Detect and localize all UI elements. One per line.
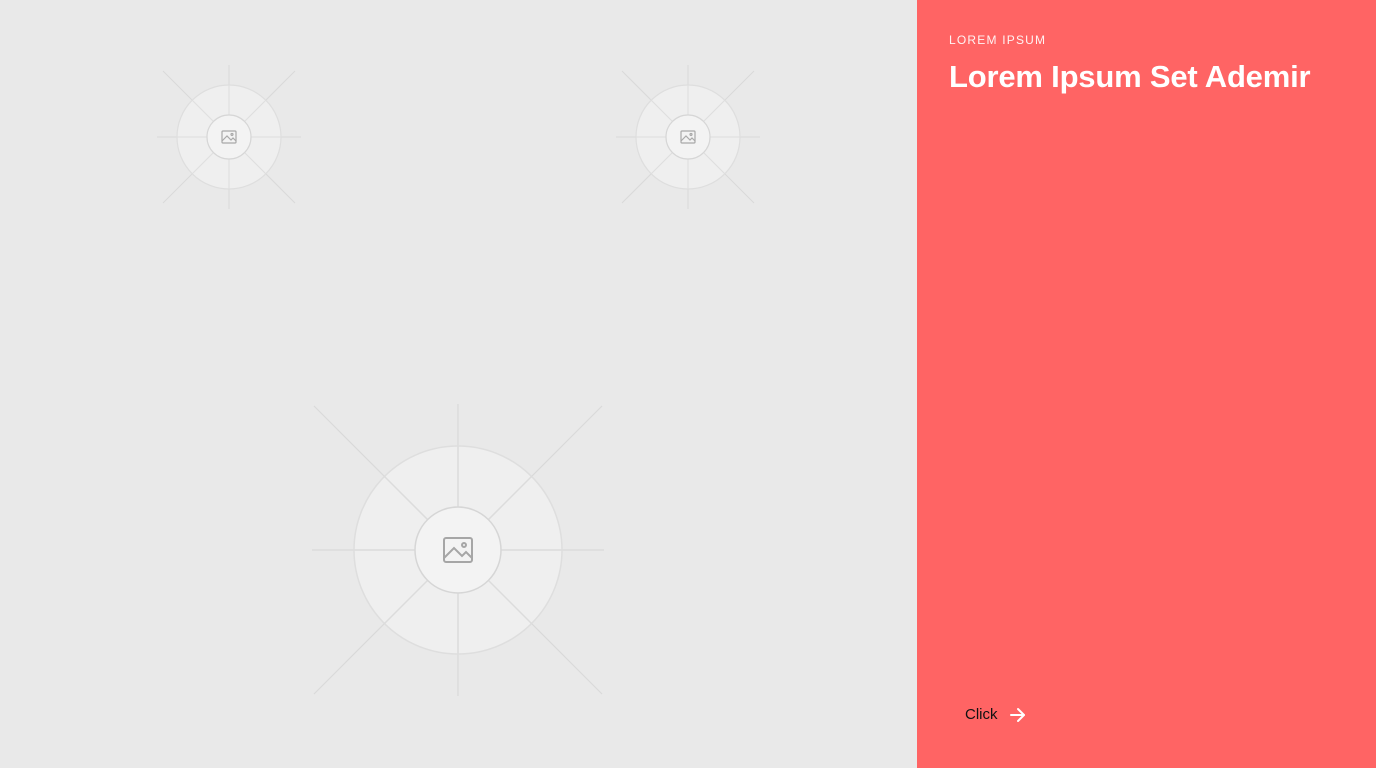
arrow-right-icon [1008,705,1028,725]
click-button-label: Click [965,706,998,723]
panel-title: Lorem Ipsum Set Ademir [949,59,1311,94]
click-button[interactable]: Click [965,704,1028,726]
eyebrow-label: LOREM IPSUM [949,33,1047,47]
side-panel: LOREM IPSUM Lorem Ipsum Set Ademir Click [917,0,1376,768]
image-placeholder-large[interactable] [304,396,612,704]
image-placeholder-graphic [616,65,760,209]
image-placeholder-graphic [157,65,301,209]
image-placeholder-top-left[interactable] [144,52,314,222]
page: LOREM IPSUM Lorem Ipsum Set Ademir Click [0,0,1376,768]
image-gallery [0,0,917,768]
image-placeholder-top-right[interactable] [603,52,773,222]
image-placeholder-graphic [312,404,604,696]
